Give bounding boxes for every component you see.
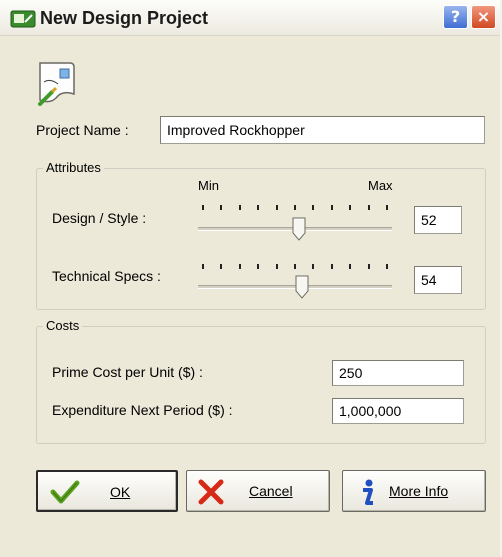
x-icon <box>198 479 224 505</box>
design-style-value-input[interactable] <box>414 206 462 234</box>
cancel-button-label: Cancel <box>249 483 293 499</box>
cancel-button[interactable]: Cancel <box>186 470 330 512</box>
help-button[interactable]: ? <box>443 5 468 29</box>
slider-tick <box>202 205 204 210</box>
expenditure-input[interactable] <box>332 398 464 424</box>
slider-tick <box>294 264 296 269</box>
dialog-window: New Design Project ? × Project Name : At… <box>0 0 502 557</box>
slider-tick <box>294 205 296 210</box>
more-info-button[interactable]: More Info <box>342 470 486 512</box>
slider-tick <box>239 264 241 269</box>
slider-tick <box>239 205 241 210</box>
design-style-label: Design / Style : <box>52 210 147 226</box>
attributes-legend: Attributes <box>43 160 104 175</box>
info-icon <box>363 479 373 505</box>
slider-tick <box>349 205 351 210</box>
costs-legend: Costs <box>43 318 83 333</box>
slider-tick <box>312 205 314 210</box>
slider-tick <box>386 264 388 269</box>
slider-tick <box>220 264 222 269</box>
technical-specs-value-input[interactable] <box>414 266 462 294</box>
window-title: New Design Project <box>40 8 209 28</box>
prime-cost-input[interactable] <box>332 360 464 386</box>
more-info-button-label: More Info <box>389 483 449 499</box>
ok-button-label: OK <box>110 484 131 500</box>
close-button[interactable]: × <box>471 5 496 29</box>
design-slider-thumb[interactable] <box>292 217 306 241</box>
check-icon <box>50 480 80 504</box>
technical-slider-thumb[interactable] <box>295 275 309 299</box>
slider-tick <box>202 264 204 269</box>
slider-min-label: Min <box>198 178 219 193</box>
slider-tick <box>257 205 259 210</box>
slider-tick <box>368 264 370 269</box>
design-project-icon <box>10 10 36 28</box>
slider-max-label: Max <box>368 178 393 193</box>
slider-tick <box>386 205 388 210</box>
project-name-label: Project Name : <box>36 122 129 138</box>
technical-slider-ticks <box>202 264 388 270</box>
slider-tick <box>276 264 278 269</box>
slider-tick <box>349 264 351 269</box>
slider-tick <box>368 205 370 210</box>
slider-tick <box>257 264 259 269</box>
prime-cost-label: Prime Cost per Unit ($) : <box>52 364 203 380</box>
design-document-icon <box>38 62 75 106</box>
slider-tick <box>331 264 333 269</box>
slider-tick <box>331 205 333 210</box>
ok-button[interactable]: OK <box>36 470 178 512</box>
slider-tick <box>220 205 222 210</box>
technical-specs-label: Technical Specs : <box>52 268 161 284</box>
expenditure-label: Expenditure Next Period ($) : <box>52 402 233 418</box>
project-name-input[interactable] <box>160 116 485 144</box>
slider-tick <box>276 205 278 210</box>
slider-tick <box>312 264 314 269</box>
design-slider-ticks <box>202 205 388 211</box>
title-bar[interactable]: New Design Project ? × <box>0 0 500 36</box>
